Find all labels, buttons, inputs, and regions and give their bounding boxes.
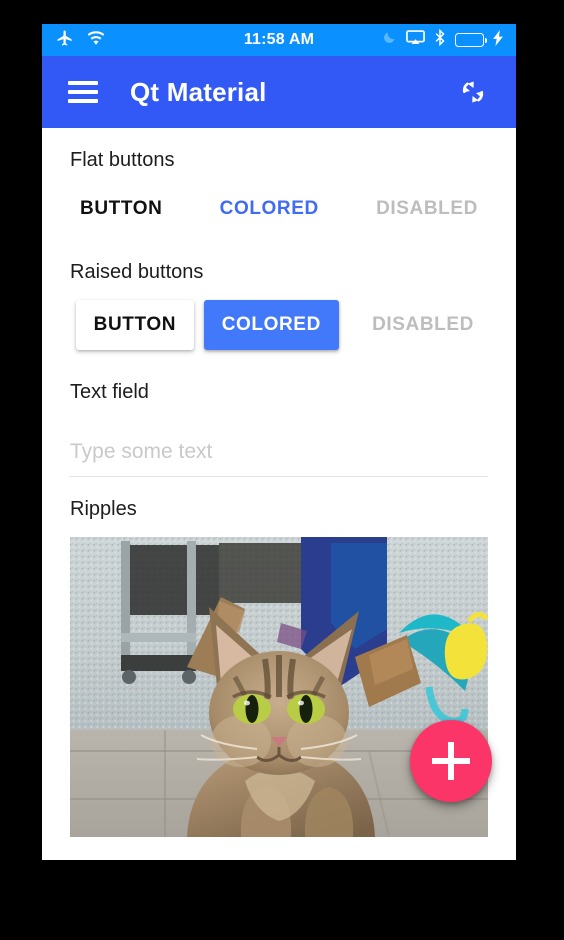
text-field-wrapper	[42, 406, 516, 477]
bluetooth-icon	[434, 28, 446, 51]
airplay-icon	[406, 29, 425, 51]
raised-button-disabled: DISABLED	[354, 300, 492, 350]
status-bar: 11:58 AM	[42, 24, 516, 56]
status-bar-right-icons	[382, 24, 504, 56]
wifi-icon	[86, 30, 106, 51]
airplane-mode-icon	[56, 29, 74, 52]
section-label-text-field: Text field	[70, 381, 149, 403]
app-bar: Qt Material	[42, 56, 516, 128]
sync-refresh-icon[interactable]	[456, 75, 490, 109]
flat-button-default[interactable]: BUTTON	[66, 188, 176, 230]
raised-button-default[interactable]: BUTTON	[75, 300, 195, 350]
section-label-flat-buttons: Flat buttons	[70, 149, 175, 171]
flat-button-colored[interactable]: COLORED	[206, 188, 333, 230]
hamburger-line	[68, 99, 98, 103]
hamburger-line	[68, 90, 98, 94]
plus-icon	[448, 742, 454, 780]
flat-button-disabled: DISABLED	[362, 188, 492, 230]
phone-screen: 11:58 AM Qt Material Flat buttons BUTTON…	[42, 24, 516, 860]
section-label-ripples: Ripples	[70, 498, 137, 520]
flat-buttons-row: BUTTON COLORED DISABLED	[42, 174, 516, 240]
moon-icon	[382, 30, 397, 50]
section-label-raised-buttons: Raised buttons	[70, 261, 204, 283]
main-content: Flat buttons BUTTON COLORED DISABLED Rai…	[42, 128, 516, 860]
charging-bolt-icon	[493, 29, 504, 51]
text-field-input[interactable]	[70, 436, 488, 477]
battery-icon	[455, 33, 488, 47]
phone-device-frame: 11:58 AM Qt Material Flat buttons BUTTON…	[0, 0, 564, 940]
status-bar-left-icons	[56, 29, 106, 52]
app-bar-title: Qt Material	[130, 76, 267, 107]
floating-action-button[interactable]	[410, 720, 492, 802]
raised-button-colored[interactable]: COLORED	[203, 300, 339, 350]
hamburger-line	[68, 81, 98, 85]
raised-buttons-row: BUTTON COLORED DISABLED	[42, 286, 516, 360]
hamburger-menu-icon[interactable]	[68, 81, 98, 103]
